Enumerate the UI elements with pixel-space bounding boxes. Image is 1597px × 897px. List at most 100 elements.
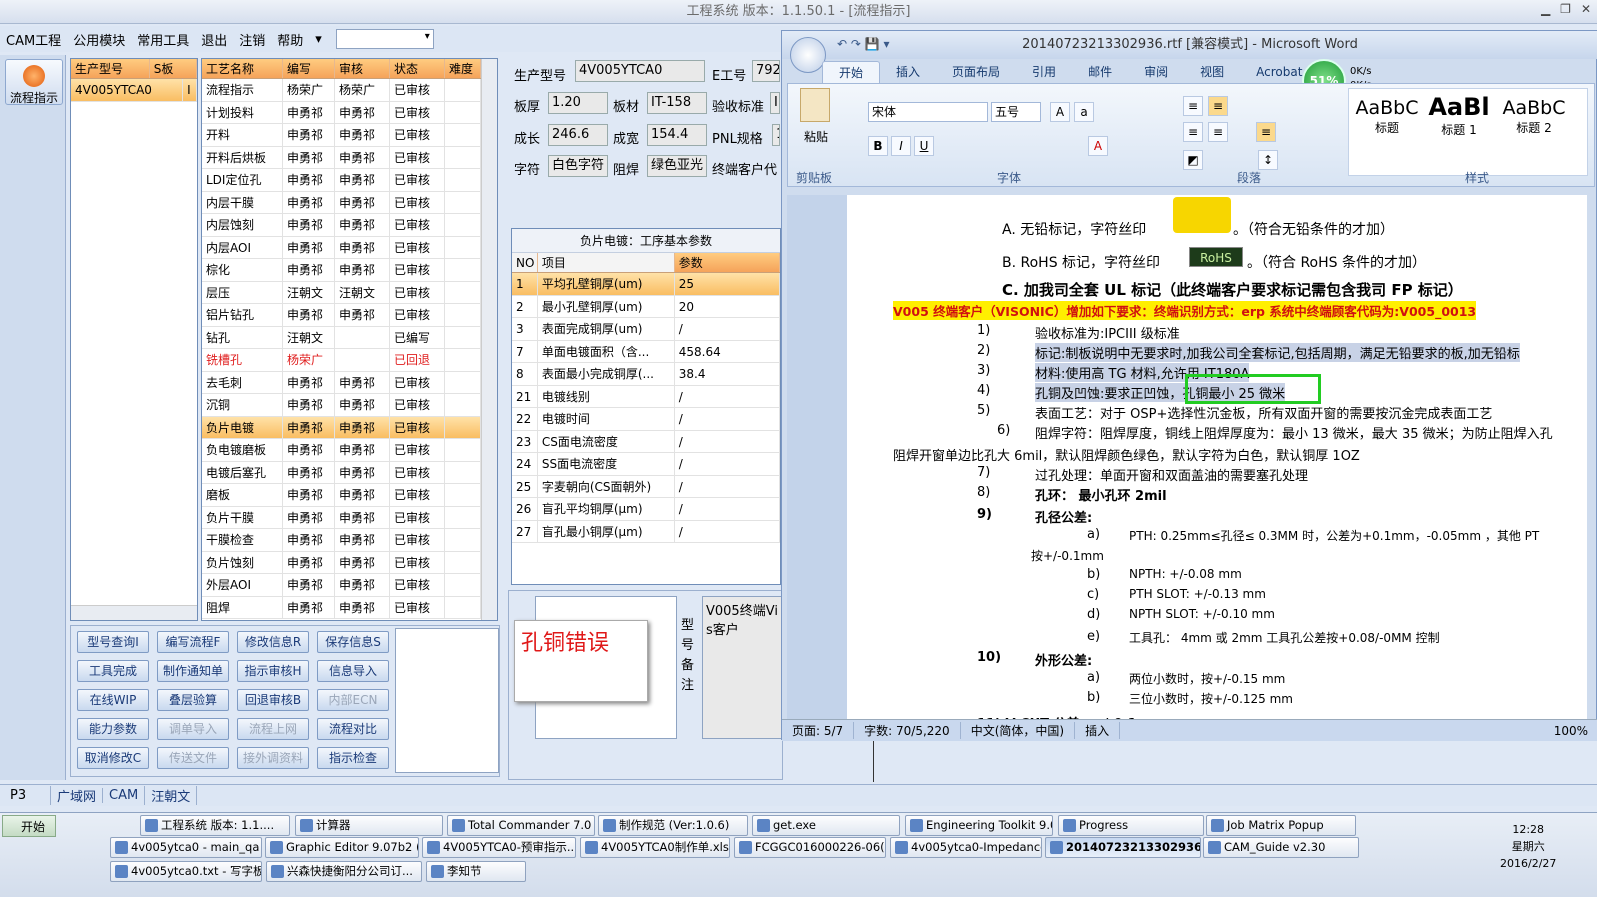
table-row[interactable]: LDI定位孔 申勇祁 申勇祁 已审核 (202, 169, 497, 192)
paste-icon[interactable] (800, 88, 830, 122)
restore-icon[interactable]: ❐ (1560, 2, 1571, 16)
pnl-field[interactable]: 16 (772, 124, 780, 146)
sort-icon[interactable]: ↕ (1258, 150, 1278, 170)
start-button[interactable]: 开始 (2, 815, 56, 837)
action-button[interactable]: 信息导入 (317, 660, 389, 682)
tab-references[interactable]: 引用 (1016, 61, 1072, 83)
action-button[interactable]: 叠层验算 (157, 689, 229, 711)
width-field[interactable]: 154.4 (647, 124, 707, 146)
table-row[interactable]: 流程指示 杨荣广 杨荣广 已审核 (202, 79, 497, 102)
length-field[interactable]: 246.6 (548, 124, 608, 146)
thick-field[interactable]: 1.20 (548, 92, 608, 114)
taskbar-item[interactable]: Engineering Toolkit 9.0... (905, 815, 1053, 836)
action-button[interactable]: 工具完成 (77, 660, 149, 682)
action-button[interactable]: 指示检查 (317, 747, 389, 769)
table-row[interactable]: 8 表面最小完成铜厚(... 38.4 (512, 363, 780, 386)
menu-logout[interactable]: 注销 (233, 30, 271, 49)
table-row[interactable]: 去毛刺 申勇祁 申勇祁 已审核 (202, 371, 497, 394)
taskbar-item[interactable]: FCGGC016000226-06(4... (734, 837, 886, 858)
table-row[interactable]: 26 盲孔平均铜厚(μm) / (512, 498, 780, 521)
bullets-icon[interactable]: ≡ (1183, 96, 1203, 116)
taskbar-item[interactable]: Graphic Editor 9.07b2 (0... (265, 837, 419, 858)
align-center-icon[interactable]: ≡ (1208, 122, 1228, 142)
customer-remark[interactable]: V005终端Vis客户 (702, 596, 782, 739)
table-row[interactable]: 27 盲孔最小铜厚(μm) / (512, 520, 780, 543)
standard-field[interactable]: IP (770, 92, 780, 114)
taskbar-item[interactable]: CAM_Guide v2.30 (1203, 837, 1359, 858)
table-row[interactable]: 负片干膜 申勇祁 申勇祁 已审核 (202, 506, 497, 529)
style-heading1[interactable]: AaBl 标题 1 (1424, 93, 1494, 138)
shrink-font-icon[interactable]: a (1074, 102, 1094, 122)
action-button[interactable]: 保存信息S (317, 631, 389, 653)
align-left-icon[interactable]: ≡ (1183, 122, 1203, 142)
grow-font-icon[interactable]: A (1050, 102, 1070, 122)
action-button[interactable]: 指示审核H (237, 660, 309, 682)
close-icon[interactable]: ✕ (1581, 2, 1591, 16)
taskbar-item[interactable]: 4v005ytca0.txt - 写字板 (110, 861, 262, 882)
taskbar-item[interactable]: Job Matrix Popup (1206, 815, 1356, 836)
table-row[interactable]: 内层AOI 申勇祁 申勇祁 已审核 (202, 236, 497, 259)
font-color-icon[interactable]: A (1088, 136, 1108, 156)
underline-icon[interactable]: U (914, 136, 934, 156)
table-row[interactable]: 7 单面电镀面积（含... 458.64 (512, 340, 780, 363)
shading-icon[interactable]: ◩ (1183, 150, 1203, 170)
table-row[interactable]: 负片电镀 申勇祁 申勇祁 已审核 (202, 416, 497, 439)
table-row[interactable]: 负片蚀刻 申勇祁 申勇祁 已审核 (202, 551, 497, 574)
material-field[interactable]: IT-158 (647, 92, 707, 114)
style-normal[interactable]: AaBbC 标题 (1353, 97, 1421, 136)
action-button[interactable]: 内部ECN (317, 689, 389, 711)
style-heading2[interactable]: AaBbC 标题 2 (1499, 97, 1569, 136)
action-button[interactable]: 修改信息R (237, 631, 309, 653)
action-button[interactable]: 型号查询I (77, 631, 149, 653)
taskbar-item[interactable]: 20140723213302936... (1045, 837, 1201, 858)
minimize-icon[interactable]: ▁ (1541, 2, 1550, 16)
tab-view[interactable]: 视图 (1184, 61, 1240, 83)
table-row[interactable]: 25 字麦朝向(CS面朝外) / (512, 475, 780, 498)
table-row[interactable]: 铝片钻孔 申勇祁 申勇祁 已审核 (202, 304, 497, 327)
taskbar-item[interactable]: 制作规范 (Ver:1.0.6) (598, 815, 748, 836)
action-button[interactable]: 接外调资料 (237, 747, 309, 769)
table-row[interactable]: 开料后烘板 申勇祁 申勇祁 已审核 (202, 146, 497, 169)
tab-p3[interactable]: P3 (0, 788, 50, 803)
vertical-scrollbar[interactable] (481, 59, 497, 620)
action-button[interactable]: 调单导入 (157, 718, 229, 740)
table-row[interactable]: 电镀后塞孔 申勇祁 申勇祁 已审核 (202, 461, 497, 484)
taskbar-item[interactable]: 工程系统 版本: 1.1.... (140, 815, 290, 836)
tab-layout[interactable]: 页面布局 (936, 61, 1016, 83)
clock[interactable]: 12:28 星期六 2016/2/27 (1500, 821, 1556, 872)
table-row[interactable]: 钻孔 汪朝文 已编写 (202, 326, 497, 349)
action-button[interactable]: 编写流程F (157, 631, 229, 653)
char-field[interactable]: 白色字符 (548, 155, 608, 177)
status-zoom[interactable]: 100% (1544, 724, 1597, 738)
document-page[interactable]: RoHS A. 无铅标记，字符丝印 。（符合无铅条件的才加） B. RoHS 标记，… (847, 195, 1587, 725)
bold-icon[interactable]: B (868, 136, 888, 156)
table-row[interactable]: 阻焊 申勇祁 申勇祁 已审核 (202, 596, 497, 619)
status-language[interactable]: 中文(简体，中国) (961, 722, 1076, 739)
table-row[interactable]: 2 最小孔壁铜厚(um) 20 (512, 295, 780, 318)
taskbar-item[interactable]: 4v005ytca0 - main_qa (110, 837, 262, 858)
table-row[interactable]: 棕化 申勇祁 申勇祁 已审核 (202, 259, 497, 282)
horizontal-scrollbar[interactable] (71, 605, 197, 620)
tab-mailings[interactable]: 邮件 (1072, 61, 1128, 83)
italic-icon[interactable]: I (891, 136, 911, 156)
table-row[interactable]: 负电镀磨板 申勇祁 申勇祁 已审核 (202, 439, 497, 462)
action-button[interactable]: 流程对比 (317, 718, 389, 740)
tab-wan[interactable]: 广域网 (50, 786, 102, 805)
mask-field[interactable]: 绿色亚光 (647, 155, 707, 177)
tab-home[interactable]: 开始 (822, 61, 881, 83)
table-row[interactable]: 1 平均孔壁铜厚(um) 25 (512, 273, 780, 296)
table-row[interactable]: 磨板 申勇祁 申勇祁 已审核 (202, 484, 497, 507)
table-row[interactable]: 24 SS面电流密度 / (512, 453, 780, 476)
taskbar-item[interactable]: 4V005YTCA0-预审指示.... (422, 837, 576, 858)
status-words[interactable]: 字数: 70/5,220 (854, 722, 961, 739)
paste-label[interactable]: 粘贴 (804, 128, 828, 145)
table-row[interactable]: 3 表面完成铜厚(um) / (512, 318, 780, 341)
office-button-icon[interactable] (790, 37, 826, 73)
table-row[interactable]: 22 电镀时间 / (512, 408, 780, 431)
menu-help[interactable]: 帮助 (271, 30, 309, 49)
font-name-select[interactable]: 宋体 (868, 102, 988, 122)
taskbar-item[interactable]: 兴森快捷衡阳分公司订... (266, 861, 422, 882)
menu-cam[interactable]: CAM工程 (0, 30, 67, 49)
taskbar-item[interactable]: Total Commander 7.0 p... (447, 815, 595, 836)
e-field[interactable]: 7928 (752, 60, 780, 82)
